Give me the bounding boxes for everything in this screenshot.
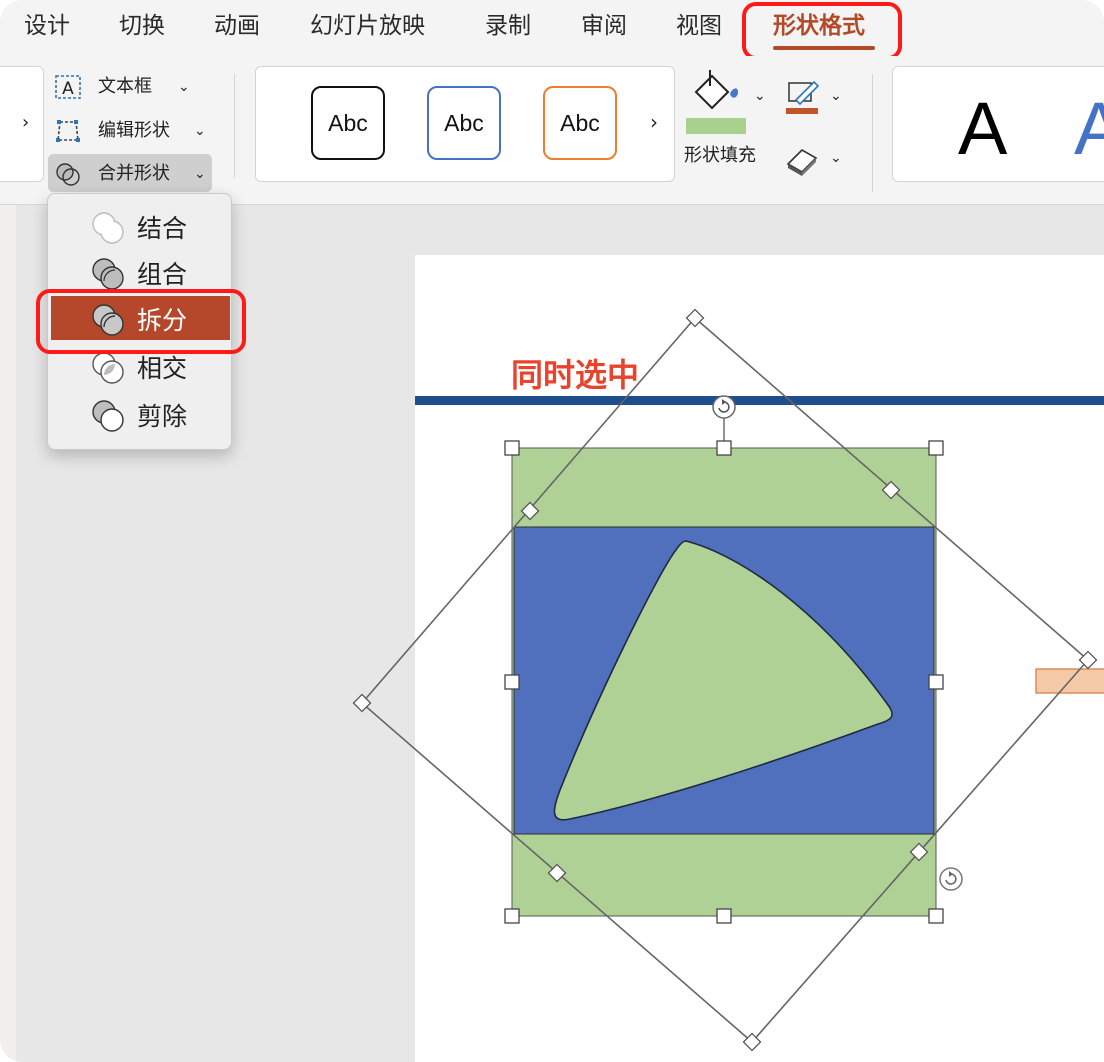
union-icon <box>92 212 124 244</box>
slide-shapes <box>352 308 1104 1052</box>
fragment-item-highlight <box>36 289 246 354</box>
menu-item-union[interactable]: 结合 <box>48 204 233 248</box>
intersect-icon <box>92 352 124 384</box>
rotate-handle-icon[interactable] <box>712 395 736 419</box>
menu-item-subtract[interactable]: 剪除 <box>48 392 233 436</box>
rotate-handle-icon[interactable] <box>939 867 963 891</box>
combine-icon <box>92 258 124 290</box>
slide-annotation-text: 同时选中 <box>511 356 640 394</box>
menu-item-label: 结合 <box>137 214 188 243</box>
menu-item-label: 组合 <box>137 260 188 289</box>
menu-item-label: 相交 <box>137 354 188 383</box>
menu-item-label: 剪除 <box>137 402 188 431</box>
subtract-icon <box>92 400 124 432</box>
menu-item-combine[interactable]: 组合 <box>48 250 233 294</box>
slide-title-bar <box>415 396 1104 405</box>
